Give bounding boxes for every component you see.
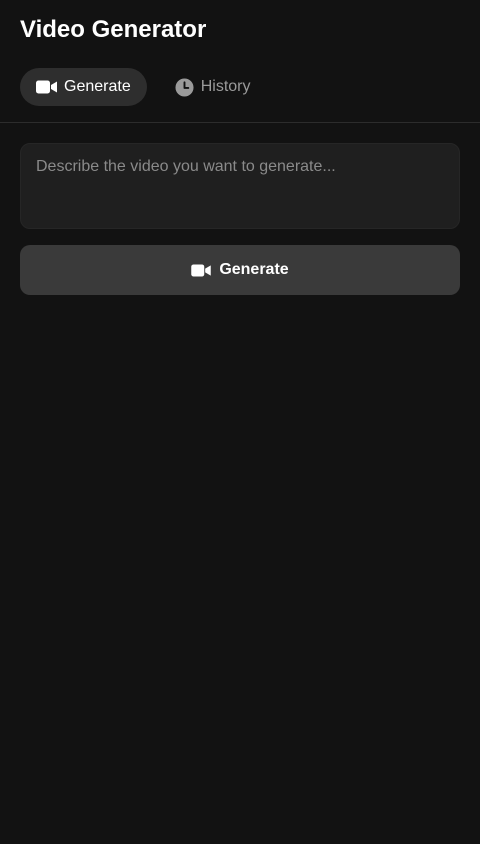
video-camera-icon <box>191 263 212 277</box>
generate-panel: Generate <box>0 123 480 295</box>
video-camera-icon <box>36 80 57 94</box>
tab-history-label: History <box>200 78 251 95</box>
tab-generate[interactable]: Generate <box>20 68 147 106</box>
prompt-input[interactable] <box>20 143 460 229</box>
generate-button-label: Generate <box>219 261 289 278</box>
generate-button[interactable]: Generate <box>20 245 460 295</box>
tab-history[interactable]: History <box>159 68 267 106</box>
clock-icon <box>175 77 194 97</box>
tab-generate-label: Generate <box>64 78 131 95</box>
tab-bar: Generate History <box>20 68 460 106</box>
app-root: Video Generator Generate History Describ… <box>0 0 480 844</box>
app-header: Video Generator Generate History <box>0 0 480 123</box>
page-title: Video Generator <box>20 16 207 43</box>
